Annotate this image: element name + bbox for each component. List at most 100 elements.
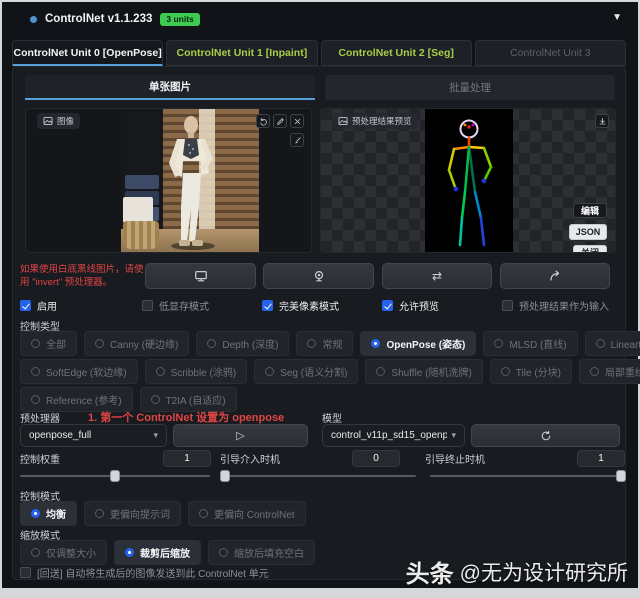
guidance-start-field: 引导介入时机 0	[220, 449, 400, 467]
json-button[interactable]: JSON	[569, 224, 607, 240]
checkbox-enable[interactable]: 启用	[20, 298, 57, 313]
photo-mannequin	[155, 115, 227, 252]
control-type-all[interactable]: 全部	[20, 331, 77, 356]
undo-icon	[259, 117, 268, 126]
control-type-normal[interactable]: 常规	[296, 331, 353, 356]
control-type-lineart[interactable]: Lineart (线稿)	[585, 331, 640, 356]
chip-label: Canny (硬边缘)	[110, 336, 178, 351]
guidance-start-label: 引导介入时机	[220, 451, 280, 466]
webcam-icon	[312, 269, 326, 283]
radio-icon	[376, 367, 385, 376]
extension-title: ControlNet v1.1.233	[45, 13, 152, 25]
mirror-webcam-button[interactable]: ⇄	[382, 263, 492, 289]
remove-image-button[interactable]	[290, 114, 304, 128]
extension-header[interactable]: ControlNet v1.1.233 3 units	[30, 13, 200, 26]
control-type-mlsd[interactable]: MLSD (直线)	[483, 331, 577, 356]
guidance-end-input[interactable]: 1	[577, 450, 625, 467]
checkbox-allow-preview[interactable]: 允许预览	[382, 298, 439, 313]
checkbox-label: 低显存模式	[159, 298, 209, 313]
tab-unit-2[interactable]: ControlNet Unit 2 [Seg]	[321, 40, 472, 66]
guidance-start-slider[interactable]	[220, 470, 416, 482]
preprocessor-value: openpose_full	[29, 430, 149, 441]
control-type-tile[interactable]: Tile (分块)	[490, 359, 572, 384]
radio-icon	[219, 548, 228, 557]
image-panel-label: 图像	[57, 115, 74, 127]
control-type-scribble[interactable]: Scribble (涂鸦)	[145, 359, 248, 384]
loopback-label: [回送] 自动将生成后的图像发送到此 ControlNet 单元	[37, 565, 269, 580]
control-type-depth[interactable]: Depth (深度)	[196, 331, 289, 356]
controlnet-extension-panel: ControlNet v1.1.233 3 units ▼ ControlNet…	[0, 0, 640, 598]
radio-icon	[31, 367, 40, 376]
control-mode-controlnet[interactable]: 更偏向 ControlNet	[188, 501, 306, 526]
chip-label: 裁剪后缩放	[140, 545, 190, 560]
control-type-row-2: SoftEdge (软边缘) Scribble (涂鸦) Seg (语义分割) …	[20, 359, 640, 384]
close-preview-button[interactable]: 关闭	[573, 245, 607, 253]
tab-batch-process[interactable]: 批量处理	[325, 75, 615, 100]
checkbox-label: 预处理结果作为输入	[519, 298, 609, 313]
open-canvas-button[interactable]	[145, 263, 256, 289]
tab-unit-0[interactable]: ControlNet Unit 0 [OpenPose]	[12, 40, 163, 66]
chip-label: 更偏向提示词	[110, 506, 170, 521]
invert-hint-text: 如果使用白底黑线图片，请使用 "invert" 预处理器。	[20, 263, 148, 289]
collapse-arrow-icon[interactable]: ▼	[612, 12, 622, 23]
resize-mode-crop-resize[interactable]: 裁剪后缩放	[114, 540, 201, 565]
openpose-skeleton	[425, 109, 513, 252]
control-type-softedge[interactable]: SoftEdge (软边缘)	[20, 359, 138, 384]
slider-thumb[interactable]	[220, 470, 230, 482]
model-value: control_v11p_sd15_openpose [	[331, 430, 447, 441]
guidance-end-label: 引导终止时机	[425, 451, 485, 466]
slider-thumb[interactable]	[616, 470, 626, 482]
undo-button[interactable]	[256, 114, 270, 128]
weight-input[interactable]: 1	[163, 450, 211, 467]
refresh-models-button[interactable]	[471, 424, 620, 447]
chip-label: Depth (深度)	[222, 336, 278, 351]
download-button[interactable]	[595, 114, 609, 128]
input-image-panel[interactable]: 图像	[25, 108, 312, 253]
photo-folded-jeans	[125, 175, 159, 189]
chip-label: 缩放后填充空白	[234, 545, 304, 560]
control-type-inpaint[interactable]: 局部重绘	[579, 359, 640, 384]
checkbox-loopback[interactable]: [回送] 自动将生成后的图像发送到此 ControlNet 单元	[20, 565, 269, 580]
webcam-button[interactable]	[263, 263, 374, 289]
tab-single-image[interactable]: 单张图片	[25, 75, 315, 100]
edit-image-button[interactable]	[273, 114, 287, 128]
checkbox-pixel-perfect[interactable]: 完美像素模式	[262, 298, 339, 313]
control-type-seg[interactable]: Seg (语义分割)	[254, 359, 358, 384]
resize-mode-just-resize[interactable]: 仅调整大小	[20, 540, 107, 565]
control-mode-prompt[interactable]: 更偏向提示词	[84, 501, 181, 526]
control-type-shuffle[interactable]: Shuffle (随机洗牌)	[365, 359, 482, 384]
resize-mode-resize-fill[interactable]: 缩放后填充空白	[208, 540, 315, 565]
watermark-brand: 头条	[406, 554, 454, 589]
radio-icon	[125, 548, 134, 557]
guidance-start-input[interactable]: 0	[352, 450, 400, 467]
guidance-end-slider[interactable]	[430, 470, 626, 482]
checkbox-icon	[262, 300, 273, 311]
model-select[interactable]: control_v11p_sd15_openpose [ ▾	[322, 424, 465, 447]
checkbox-label: 允许预览	[399, 298, 439, 313]
send-dimensions-button[interactable]	[500, 263, 610, 289]
run-preprocessor-button[interactable]: ▷	[173, 424, 308, 447]
watermark: 头条 @无为设计研究所	[406, 554, 628, 589]
preprocessor-preview-panel[interactable]: 预处理结果预览	[320, 108, 616, 253]
checkbox-preview-as-input[interactable]: 预处理结果作为输入	[502, 298, 609, 313]
send-arrow-icon	[548, 269, 562, 283]
edit-pose-button[interactable]: 编辑	[573, 203, 607, 218]
tab-unit-3[interactable]: ControlNet Unit 3	[475, 40, 626, 66]
control-type-canny[interactable]: Canny (硬边缘)	[84, 331, 189, 356]
radio-icon	[265, 367, 274, 376]
tab-unit-1[interactable]: ControlNet Unit 1 [Inpaint]	[166, 40, 317, 66]
checkbox-low-vram[interactable]: 低显存模式	[142, 298, 209, 313]
brush-button[interactable]	[290, 133, 304, 147]
control-type-row-1: 全部 Canny (硬边缘) Depth (深度) 常规 OpenPose (姿…	[20, 331, 640, 356]
slider-thumb[interactable]	[110, 470, 120, 482]
photo-wicker-basket	[123, 221, 159, 249]
preprocessor-select[interactable]: openpose_full ▾	[20, 424, 167, 447]
photo-towels	[123, 197, 153, 223]
resize-mode-row: 仅调整大小 裁剪后缩放 缩放后填充空白	[20, 540, 315, 565]
control-type-openpose[interactable]: OpenPose (姿态)	[360, 331, 476, 356]
radio-icon	[199, 509, 208, 518]
weight-slider[interactable]	[20, 470, 210, 482]
control-mode-balanced[interactable]: 均衡	[20, 501, 77, 526]
radio-icon	[494, 339, 503, 348]
checkbox-icon	[20, 300, 31, 311]
